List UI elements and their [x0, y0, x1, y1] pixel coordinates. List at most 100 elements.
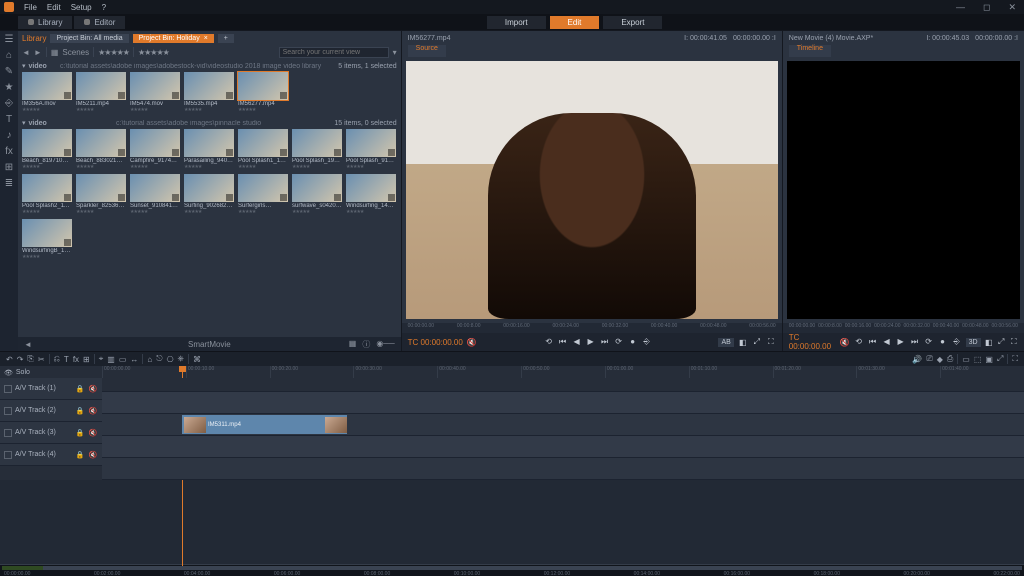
- source-transport-btn-0[interactable]: ⟲: [544, 337, 554, 347]
- menu-file[interactable]: File: [24, 3, 37, 12]
- tl-tool-left-14[interactable]: ⎔: [167, 355, 174, 364]
- tl-tool-left-15[interactable]: ⎈: [178, 354, 184, 364]
- section-collapse-icon[interactable]: ▾: [22, 62, 26, 70]
- clip-thumbnail[interactable]: Sparkler_82536…★★★★★: [76, 174, 126, 215]
- nav-fwd-icon[interactable]: ►: [34, 48, 42, 57]
- source-viewport[interactable]: [406, 61, 778, 319]
- strip-edit-icon[interactable]: ✎: [4, 67, 14, 77]
- program-3d-button[interactable]: 3D: [966, 338, 981, 347]
- menu-edit[interactable]: Edit: [47, 3, 61, 12]
- window-maximize-icon[interactable]: ◻: [979, 2, 994, 13]
- program-fullscreen-icon[interactable]: ⛶: [1010, 337, 1018, 347]
- clip-thumbnail[interactable]: IM5211.mp4★★★★★: [76, 72, 126, 113]
- track-color-icon[interactable]: [4, 451, 12, 459]
- window-close-icon[interactable]: ✕: [1004, 2, 1020, 13]
- program-transport-btn-6[interactable]: ●: [938, 337, 948, 347]
- strip-fx-icon[interactable]: fx: [4, 147, 14, 157]
- tl-tool-left-16[interactable]: ⌘: [193, 355, 201, 364]
- program-expand-icon[interactable]: ⤢: [997, 337, 1005, 347]
- track-color-icon[interactable]: [4, 385, 12, 393]
- strip-overlay-icon[interactable]: ⊞: [4, 163, 14, 173]
- clip-thumbnail[interactable]: Surfing_902682…★★★★★: [184, 174, 234, 215]
- track-lock-icon[interactable]: 🔒: [75, 429, 85, 437]
- clip-thumbnail[interactable]: Pool Splash_19…★★★★★: [292, 129, 342, 170]
- source-transport-btn-6[interactable]: ●: [628, 337, 638, 347]
- track-mute-icon[interactable]: 🔇: [88, 385, 98, 393]
- tl-tool-right-7[interactable]: ⤢: [997, 354, 1003, 364]
- source-transport-btn-5[interactable]: ⟳: [614, 337, 624, 347]
- timeline-track[interactable]: [102, 392, 1024, 414]
- program-ruler[interactable]: 00:00:00.0000:00:8.0000:00:16.0000:00:24…: [783, 323, 1024, 333]
- source-transport-btn-1[interactable]: ⏮: [558, 337, 568, 347]
- source-transport-btn-3[interactable]: ▶: [586, 337, 596, 347]
- program-transport-btn-1[interactable]: ⏮: [868, 337, 878, 347]
- track-lock-icon[interactable]: 🔒: [75, 385, 85, 393]
- track-color-icon[interactable]: [4, 429, 12, 437]
- timeline-track[interactable]: IM5311.mp4: [102, 414, 1024, 436]
- footer-slider-icon[interactable]: ◉──: [376, 339, 394, 350]
- clip-thumbnail[interactable]: Beach_819710…★★★★★: [22, 129, 72, 170]
- timeline-ruler[interactable]: 00:00:00.0000:00:10.0000:00:20.0000:00:3…: [102, 366, 1024, 378]
- clip-thumbnail[interactable]: Beach_883021…★★★★★: [76, 129, 126, 170]
- tl-tool-left-4[interactable]: ⎌: [54, 354, 60, 364]
- clip-thumbnail[interactable]: IM5535.mp4★★★★★: [184, 72, 234, 113]
- track-lock-icon[interactable]: 🔒: [75, 407, 85, 415]
- tl-tool-right-4[interactable]: ▭: [962, 355, 970, 364]
- source-transport-btn-4[interactable]: ⏭: [600, 337, 610, 347]
- track-header[interactable]: A/V Track (1)🔒🔇: [0, 378, 102, 400]
- source-sound-icon[interactable]: 🔇: [467, 338, 477, 347]
- strip-audio-icon[interactable]: ♪: [4, 131, 14, 141]
- source-ruler[interactable]: 00:00:00.0000:00:8.0000:00:16.0000:00:24…: [402, 323, 782, 333]
- timeline-track[interactable]: [102, 458, 1024, 480]
- track-mute-icon[interactable]: 🔇: [88, 407, 98, 415]
- mode-edit-button[interactable]: Edit: [550, 16, 600, 29]
- strip-star-icon[interactable]: ★: [4, 83, 14, 93]
- program-tab[interactable]: Timeline: [789, 45, 831, 57]
- tl-tool-right-6[interactable]: ▣: [985, 355, 993, 364]
- tl-tool-left-12[interactable]: ⌂: [147, 355, 152, 364]
- clip-thumbnail[interactable]: Surfergirls…★★★★★: [238, 174, 288, 215]
- timeline-clip[interactable]: IM5311.mp4: [182, 415, 347, 434]
- tl-tool-left-13[interactable]: ⎋: [156, 354, 162, 364]
- track-mute-icon[interactable]: 🔇: [88, 429, 98, 437]
- nav-back-icon[interactable]: ◄: [22, 48, 30, 57]
- strip-transition-icon[interactable]: ⎆: [4, 99, 14, 109]
- track-header[interactable]: A/V Track (3)🔒🔇: [0, 422, 102, 444]
- clip-thumbnail[interactable]: Sunset_91084171…★★★★★: [130, 174, 180, 215]
- strip-home-icon[interactable]: ⌂: [4, 51, 14, 61]
- clip-thumbnail[interactable]: IM56277.mp4★★★★★: [238, 72, 288, 113]
- track-mute-icon[interactable]: 🔇: [88, 451, 98, 459]
- clip-thumbnail[interactable]: Pool Splash2_117…★★★★★: [22, 174, 72, 215]
- program-transport-btn-2[interactable]: ◀: [882, 337, 892, 347]
- strip-list-icon[interactable]: ≣: [4, 179, 14, 189]
- timeline-overview[interactable]: 00:00:00.0000:02:00.0000:04:00.0000:06:0…: [0, 564, 1024, 576]
- tl-tool-right-0[interactable]: 🔊: [912, 355, 922, 364]
- tl-tool-right-2[interactable]: ◆: [937, 355, 943, 364]
- tab-library[interactable]: Library: [18, 16, 72, 29]
- mode-export-button[interactable]: Export: [603, 16, 662, 29]
- view-mode-icon[interactable]: ▦: [51, 48, 59, 57]
- source-expand-icon[interactable]: ⤢: [752, 337, 762, 347]
- section-collapse-icon[interactable]: ▾: [22, 119, 26, 127]
- footer-info-icon[interactable]: ⓘ: [362, 339, 370, 350]
- source-transport-btn-2[interactable]: ◀: [572, 337, 582, 347]
- clip-thumbnail[interactable]: Windsurfing_14…★★★★★: [346, 174, 396, 215]
- clip-thumbnail[interactable]: IM356A.mov★★★★★: [22, 72, 72, 113]
- strip-menu-icon[interactable]: ☰: [4, 35, 14, 45]
- source-transport-btn-7[interactable]: ⎆: [642, 337, 652, 347]
- tl-tool-right-8[interactable]: ⛶: [1012, 354, 1018, 364]
- clip-thumbnail[interactable]: Campfire_91740…★★★★★: [130, 129, 180, 170]
- tl-tool-left-10[interactable]: ▭: [119, 355, 127, 364]
- program-transport-btn-5[interactable]: ⟳: [924, 337, 934, 347]
- program-transport-btn-0[interactable]: ⟲: [854, 337, 864, 347]
- program-transport-btn-3[interactable]: ▶: [896, 337, 906, 347]
- source-fullscreen-icon[interactable]: ⛶: [766, 337, 776, 347]
- tl-tool-left-5[interactable]: T: [64, 355, 69, 364]
- timeline-track-area[interactable]: IM5311.mp4: [102, 378, 1024, 480]
- filter-icon[interactable]: ▾: [393, 48, 397, 57]
- tl-tool-right-1[interactable]: ⎚: [926, 354, 932, 364]
- tl-tool-left-1[interactable]: ↷: [17, 355, 24, 364]
- tl-tool-left-7[interactable]: ⊞: [83, 355, 90, 364]
- clip-thumbnail[interactable]: Pool Splash_917…★★★★★: [346, 129, 396, 170]
- clip-thumbnail[interactable]: IM5474.mov★★★★★: [130, 72, 180, 113]
